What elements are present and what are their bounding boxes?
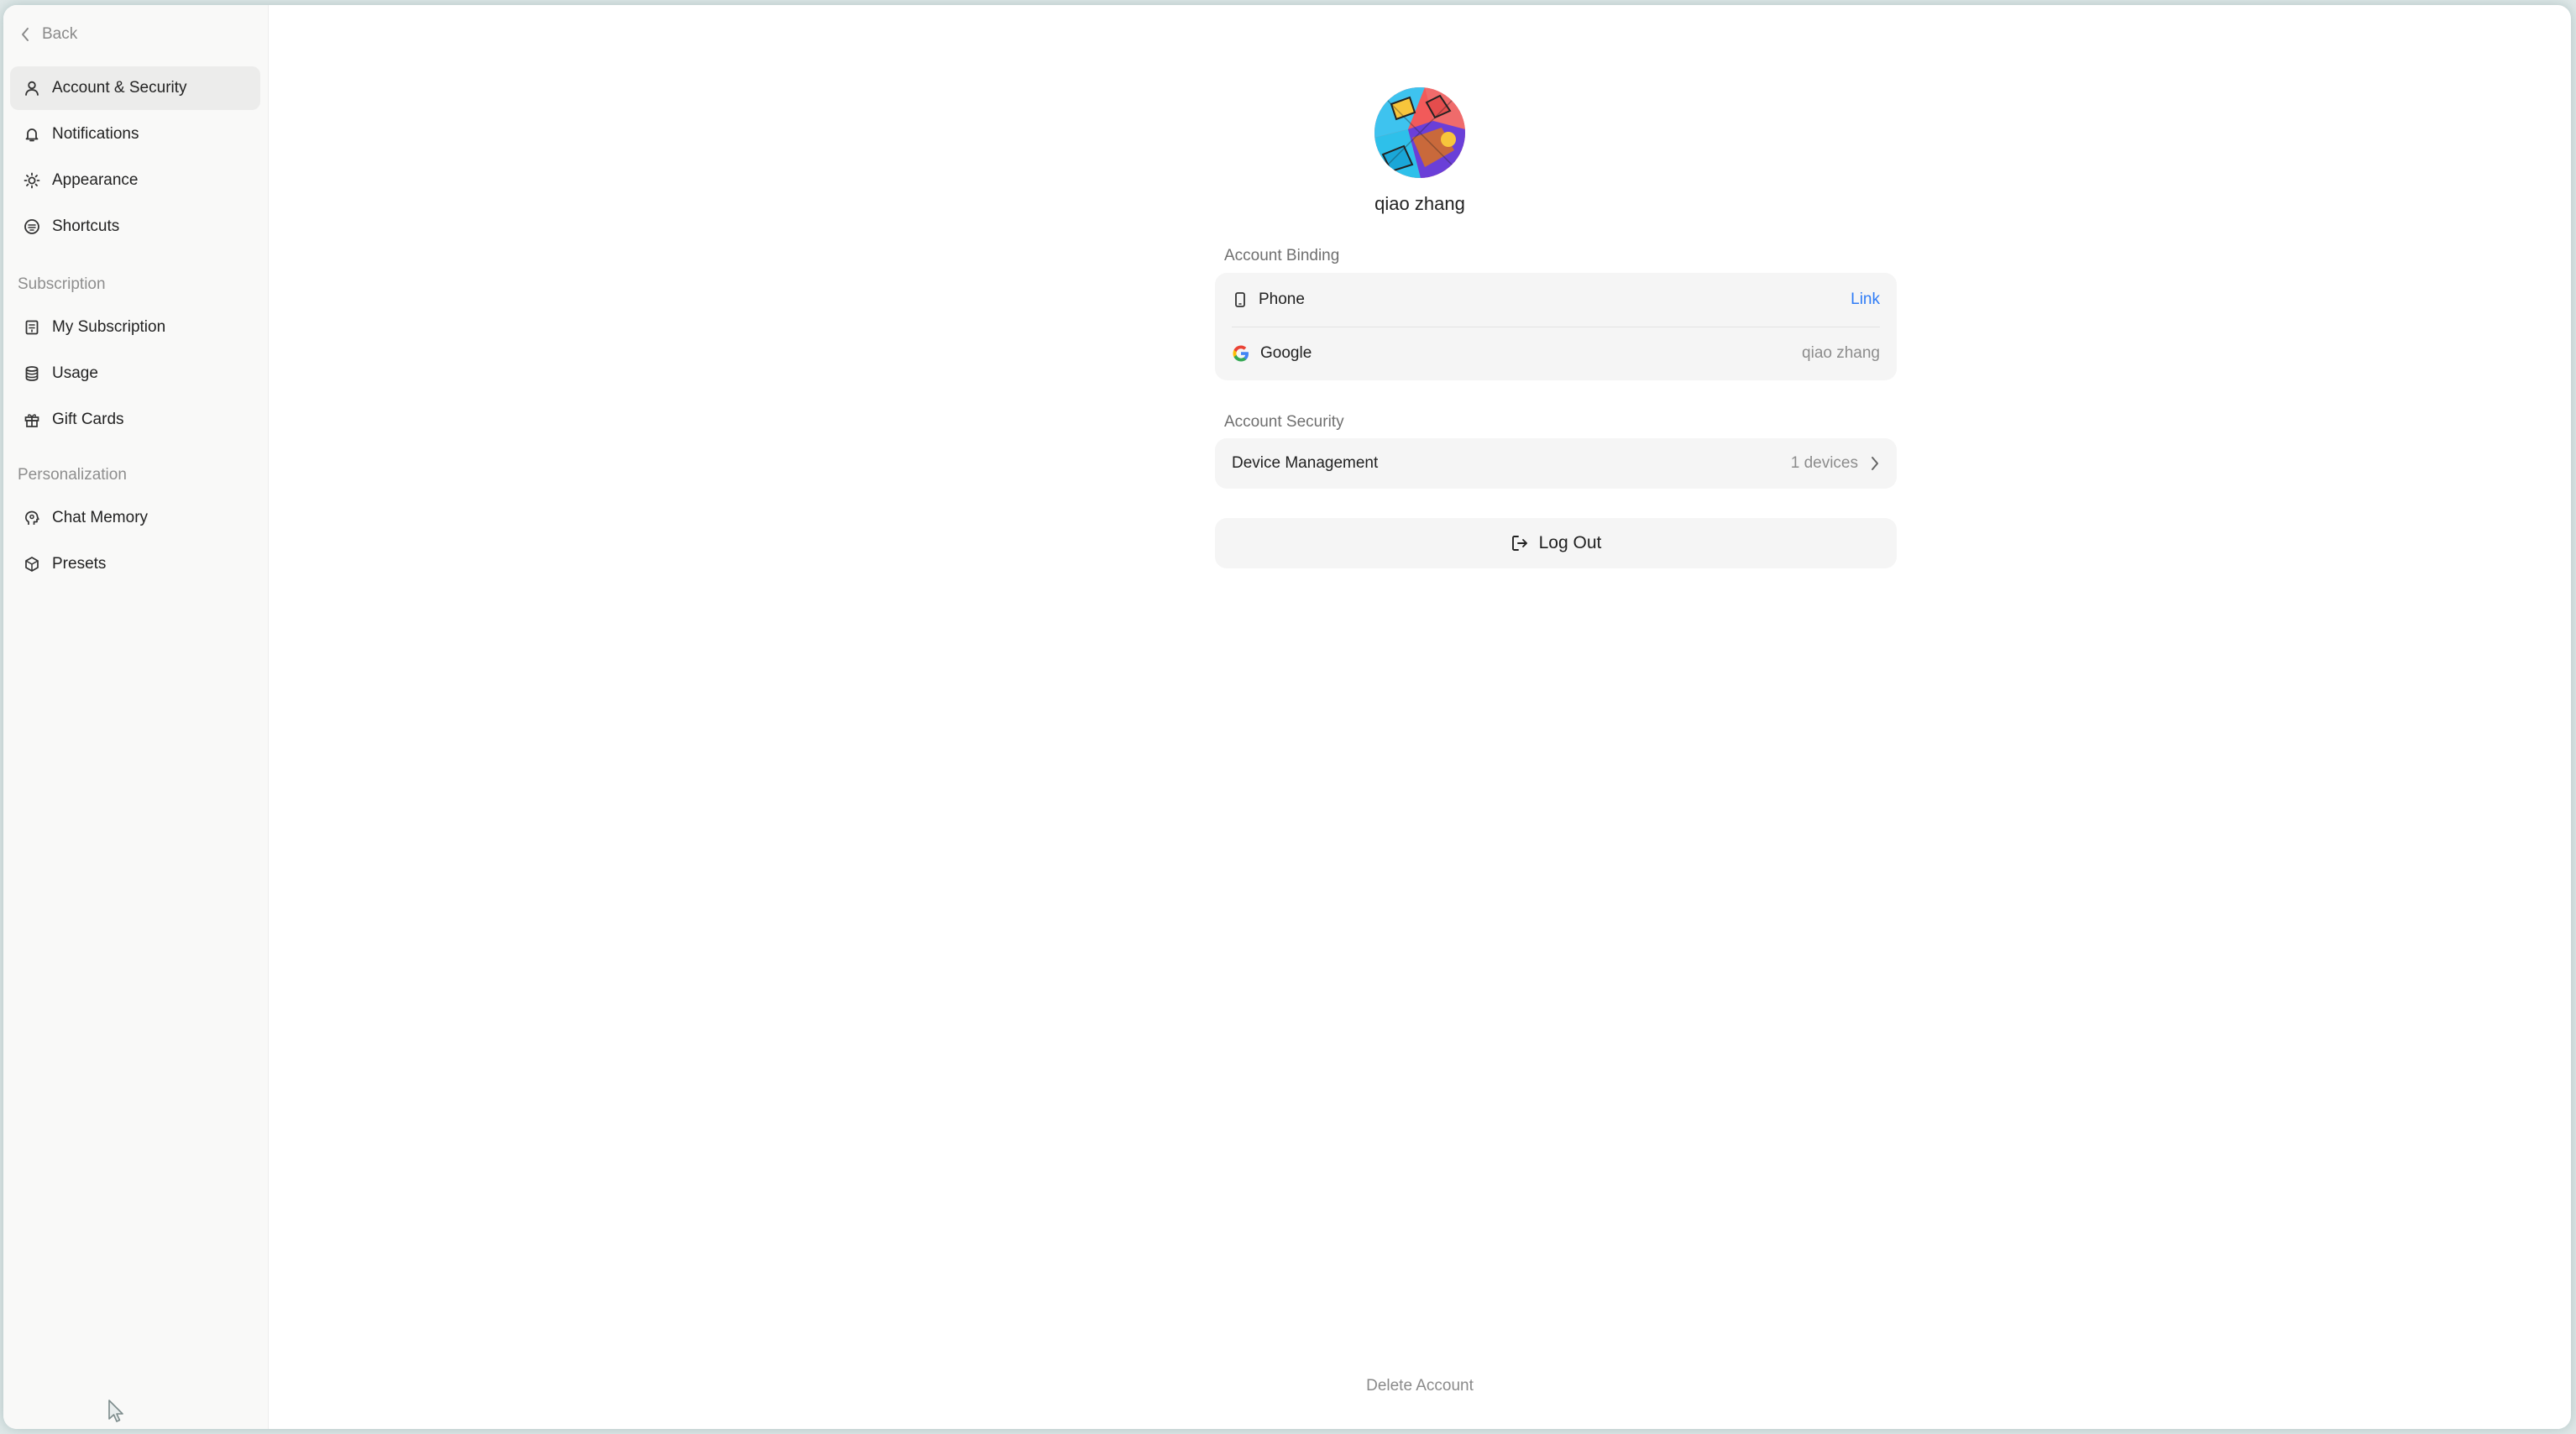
phone-icon — [1235, 292, 1245, 307]
google-row: Google qiao zhang — [1215, 327, 1897, 380]
sidebar-item-usage[interactable]: Usage — [10, 352, 260, 395]
phone-row: Phone Link — [1215, 273, 1897, 327]
logout-icon — [1511, 536, 1527, 551]
phone-link-button[interactable]: Link — [1851, 290, 1880, 309]
bell-icon — [25, 128, 39, 142]
delete-account-button[interactable]: Delete Account — [1252, 1377, 1588, 1395]
sidebar-item-label: Gift Cards — [52, 411, 124, 428]
avatar[interactable] — [1374, 87, 1465, 178]
user-icon — [25, 81, 39, 96]
sidebar-item-label: Appearance — [52, 171, 139, 189]
google-icon — [1233, 345, 1249, 362]
cube-icon — [25, 557, 39, 572]
sidebar-item-shortcuts[interactable]: Shortcuts — [10, 205, 260, 249]
account-security-label: Account Security — [1224, 413, 1344, 431]
mouse-cursor-icon — [108, 1400, 123, 1422]
receipt-icon — [25, 320, 39, 335]
sidebar-item-presets[interactable]: Presets — [10, 542, 260, 586]
device-management-label: Device Management — [1232, 454, 1379, 472]
personalization-section-label: Personalization — [18, 466, 127, 484]
subscription-section-label: Subscription — [18, 275, 106, 293]
gift-icon — [24, 414, 39, 427]
app-window: Back Account & Security Notifications Ap… — [3, 5, 2571, 1429]
sidebar-item-label: Chat Memory — [52, 509, 149, 526]
command-icon — [24, 219, 39, 234]
sidebar-item-label: Account & Security — [52, 79, 187, 97]
sidebar-item-appearance[interactable]: Appearance — [10, 159, 260, 202]
account-settings-panel: qiao zhang Account Binding Phone Link Go… — [269, 5, 2571, 1429]
account-security-card: Device Management 1 devices — [1215, 438, 1897, 489]
sidebar-item-chat-memory[interactable]: Chat Memory — [10, 496, 260, 540]
phone-label: Phone — [1259, 290, 1305, 308]
logout-button[interactable]: Log Out — [1215, 518, 1897, 568]
device-count: 1 devices — [1790, 454, 1858, 472]
sidebar-item-gift-cards[interactable]: Gift Cards — [10, 398, 260, 442]
profile-username: qiao zhang — [1374, 193, 1465, 214]
sidebar-item-my-subscription[interactable]: My Subscription — [10, 306, 260, 349]
account-binding-label: Account Binding — [1224, 247, 1340, 264]
device-management-row[interactable]: Device Management 1 devices — [1215, 438, 1897, 489]
sidebar-item-notifications[interactable]: Notifications — [10, 113, 260, 156]
back-button[interactable]: Back — [20, 25, 77, 44]
settings-sidebar: Back Account & Security Notifications Ap… — [3, 5, 269, 1429]
sidebar-item-label: Usage — [52, 364, 98, 382]
account-binding-card: Phone Link Google qiao zhang — [1215, 273, 1897, 380]
memory-icon — [25, 510, 39, 525]
avatar-image — [1374, 87, 1465, 178]
logout-label: Log Out — [1538, 533, 1602, 552]
sidebar-item-label: Notifications — [52, 125, 139, 143]
database-icon — [25, 366, 39, 381]
chevron-left-icon — [22, 28, 29, 41]
sidebar-item-account-security[interactable]: Account & Security — [10, 66, 260, 110]
chevron-right-icon — [1872, 457, 1878, 470]
sidebar-item-label: Presets — [52, 555, 107, 573]
google-account-value: qiao zhang — [1802, 344, 1880, 362]
back-label: Back — [42, 25, 78, 43]
google-label: Google — [1260, 344, 1312, 362]
sun-icon — [24, 172, 40, 189]
sidebar-item-label: Shortcuts — [52, 217, 120, 235]
sidebar-item-label: My Subscription — [52, 318, 166, 336]
